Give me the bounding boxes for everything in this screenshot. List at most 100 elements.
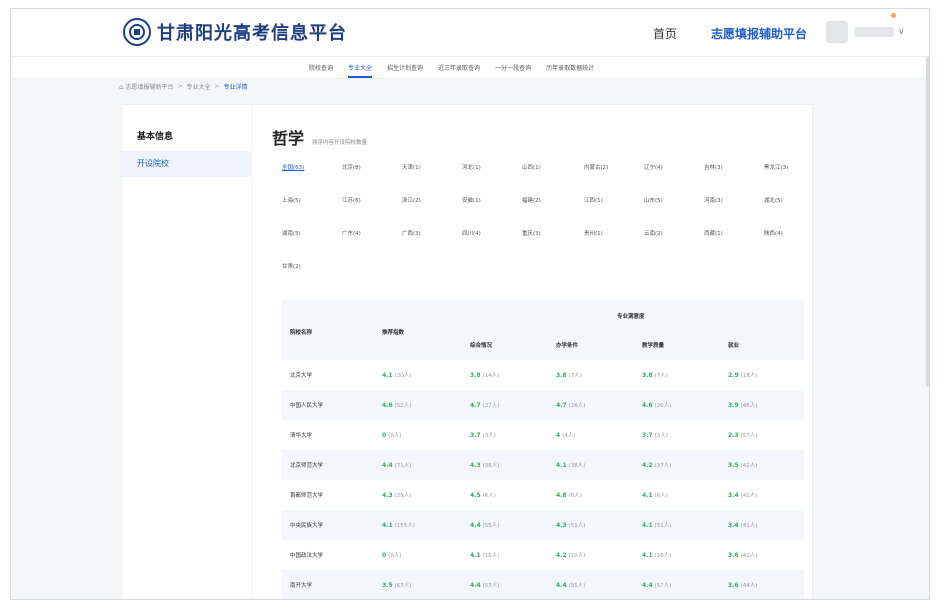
province-option[interactable]: 浙江(2) — [402, 196, 421, 204]
recommend-score: 0 — [382, 552, 387, 559]
quality-score: 4.6 — [642, 402, 653, 409]
recommend-cell: 4.6 (52人) — [382, 401, 411, 409]
recommend-score: 3.5 — [382, 582, 393, 589]
school-name[interactable]: 南开大学 — [290, 581, 312, 589]
province-option[interactable]: 湖南(5) — [282, 229, 301, 237]
employment-cell: 3.5 (42人) — [728, 461, 757, 469]
province-option[interactable]: 安徽(1) — [462, 196, 481, 204]
subnav-tab[interactable]: 历年录取数据统计 — [546, 57, 594, 78]
quality-count: (6人) — [654, 493, 668, 499]
conditions-cell: 4.1 (38人) — [556, 461, 585, 469]
overall-cell: 4.5 (6人) — [470, 491, 496, 499]
conditions-cell: 4.4 (55人) — [556, 581, 585, 589]
table-row[interactable]: 清华大学 0 (0人) 3.7 (3人) 4 (4人) 3.7 (3人) 2.3 (57人) — [282, 420, 804, 450]
province-option[interactable]: 山西(1) — [522, 163, 541, 171]
overall-score: 4.7 — [470, 402, 481, 409]
quality-count: (57人) — [654, 583, 672, 589]
school-name[interactable]: 首都师范大学 — [290, 491, 323, 499]
province-option[interactable]: 河南(3) — [704, 196, 723, 204]
conditions-score: 4.7 — [556, 402, 567, 409]
province-option[interactable]: 四川(4) — [462, 229, 481, 237]
employment-cell: 3.6 (41人) — [728, 551, 757, 559]
province-option[interactable]: 吉林(3) — [704, 163, 723, 171]
recommend-cell: 0 (0人) — [382, 431, 401, 439]
conditions-cell: 4.8 (6人) — [556, 491, 582, 499]
province-option[interactable]: 江西(1) — [584, 196, 603, 204]
overall-score: 4.3 — [470, 462, 481, 469]
table-row[interactable]: 北京大学 4.1 (20人) 3.8 (14人) 3.8 (7人) 3.8 (7人) 2.9 (18… — [282, 360, 804, 390]
employment-count: (44人) — [740, 583, 758, 589]
table-row[interactable]: 中国人民大学 4.6 (52人) 4.7 (27人) 4.7 (26人) 4.6 (26人) 3.… — [282, 390, 804, 420]
subnav-tab[interactable]: 招生计划查询 — [387, 57, 423, 78]
side-menu-basic-info[interactable]: 基本信息 — [137, 129, 173, 142]
subnav-tab[interactable]: 专业大全 — [348, 57, 373, 78]
breadcrumb-item[interactable]: 专业大全 — [187, 82, 211, 91]
conditions-count: (55人) — [568, 583, 586, 589]
quality-cell: 3.8 (7人) — [642, 371, 668, 379]
table-row[interactable]: 中央民族大学 4.1 (155人) 4.4 (55人) 4.3 (51人) 4.1 (51人) 3… — [282, 510, 804, 540]
employment-count: (41人) — [740, 553, 758, 559]
major-subtitle: 排序内容开设院校数量 — [312, 140, 368, 146]
site-logo[interactable]: 甘肃阳光高考信息平台 — [123, 18, 347, 46]
province-option[interactable]: 黑龙江(3) — [764, 163, 788, 171]
quality-score: 4.1 — [642, 522, 653, 529]
quality-cell: 4.6 (26人) — [642, 401, 671, 409]
province-option[interactable]: 江苏(6) — [342, 196, 361, 204]
nav-home-link[interactable]: 首页 — [653, 25, 677, 42]
quality-score: 4.2 — [642, 462, 653, 469]
conditions-cell: 4.7 (26人) — [556, 401, 585, 409]
table-row[interactable]: 首都师范大学 4.3 (29人) 4.5 (6人) 4.8 (6人) 4.1 (6人) 3.4 (4… — [282, 480, 804, 510]
school-name[interactable]: 北京师范大学 — [290, 461, 323, 469]
col-recommend: 推荐指数 — [382, 330, 405, 336]
province-option[interactable]: 全国(63) — [282, 163, 304, 171]
province-option[interactable]: 广东(4) — [342, 229, 361, 237]
province-option[interactable]: 辽宁(4) — [644, 163, 663, 171]
user-menu[interactable]: ∨ — [826, 21, 905, 43]
site-title: 甘肃阳光高考信息平台 — [157, 23, 347, 44]
province-option[interactable]: 内蒙古(2) — [584, 163, 608, 171]
province-option[interactable]: 天津(1) — [402, 163, 421, 171]
school-name[interactable]: 清华大学 — [290, 431, 312, 439]
nav-assist-link[interactable]: 志愿填报辅助平台 — [711, 25, 807, 42]
conditions-count: (20人) — [568, 553, 586, 559]
employment-cell: 2.3 (57人) — [728, 431, 757, 439]
province-option[interactable]: 广西(3) — [402, 229, 421, 237]
conditions-score: 4.4 — [556, 582, 567, 589]
employment-cell: 3.4 (41人) — [728, 491, 757, 499]
page-scrollbar[interactable] — [926, 57, 929, 387]
province-option[interactable]: 贵州(1) — [584, 229, 603, 237]
province-option[interactable]: 上海(5) — [282, 196, 301, 204]
employment-cell: 3.9 (48人) — [728, 401, 757, 409]
province-option[interactable]: 甘肃(2) — [282, 262, 301, 270]
table-row[interactable]: 南开大学 3.5 (67人) 4.4 (57人) 4.4 (55人) 4.4 (57人) 3.6(… — [282, 570, 804, 599]
province-option[interactable]: 陕西(4) — [764, 229, 783, 237]
province-option[interactable]: 福建(2) — [522, 196, 541, 204]
subnav-tab[interactable]: 近三年录取查询 — [438, 57, 480, 78]
conditions-score: 4.8 — [556, 492, 567, 499]
quality-count: (26人) — [654, 403, 672, 409]
school-name[interactable]: 中国人民大学 — [290, 401, 323, 409]
subnav-tab[interactable]: 一分一段查询 — [495, 57, 531, 78]
province-option[interactable]: 河北(1) — [462, 163, 481, 171]
school-name[interactable]: 中央民族大学 — [290, 521, 323, 529]
overall-score: 4.4 — [470, 522, 481, 529]
table-row[interactable]: 北京师范大学 4.4 (71人) 4.3 (38人) 4.1 (38人) 4.2 (37人) 3.… — [282, 450, 804, 480]
subnav-tab[interactable]: 院校查询 — [309, 57, 333, 78]
table-row[interactable]: 中国政法大学 0 (0人) 4.1 (16人) 4.2 (20人) 4.1 (16人) 3.6 (4… — [282, 540, 804, 570]
province-option[interactable]: 重庆(3) — [522, 229, 541, 237]
breadcrumb-item[interactable]: 志愿填报辅助平台 — [125, 82, 173, 91]
quality-count: (51人) — [654, 523, 672, 529]
province-option[interactable]: 山东(5) — [644, 196, 663, 204]
province-option[interactable]: 云南(2) — [644, 229, 663, 237]
conditions-count: (4人) — [562, 433, 576, 439]
side-menu-schools[interactable]: 开设院校 — [122, 151, 252, 177]
col-group-satisfaction: 专业满意度 — [617, 314, 645, 320]
province-option[interactable]: 西藏(1) — [704, 229, 723, 237]
province-option[interactable]: 北京(8) — [342, 163, 361, 171]
province-option[interactable]: 湖北(5) — [764, 196, 783, 204]
school-name[interactable]: 中国政法大学 — [290, 551, 323, 559]
school-name[interactable]: 北京大学 — [290, 371, 312, 379]
conditions-cell: 4.2 (20人) — [556, 551, 585, 559]
employment-count: (41人) — [740, 493, 758, 499]
quality-cell: 4.1 (51人) — [642, 521, 671, 529]
